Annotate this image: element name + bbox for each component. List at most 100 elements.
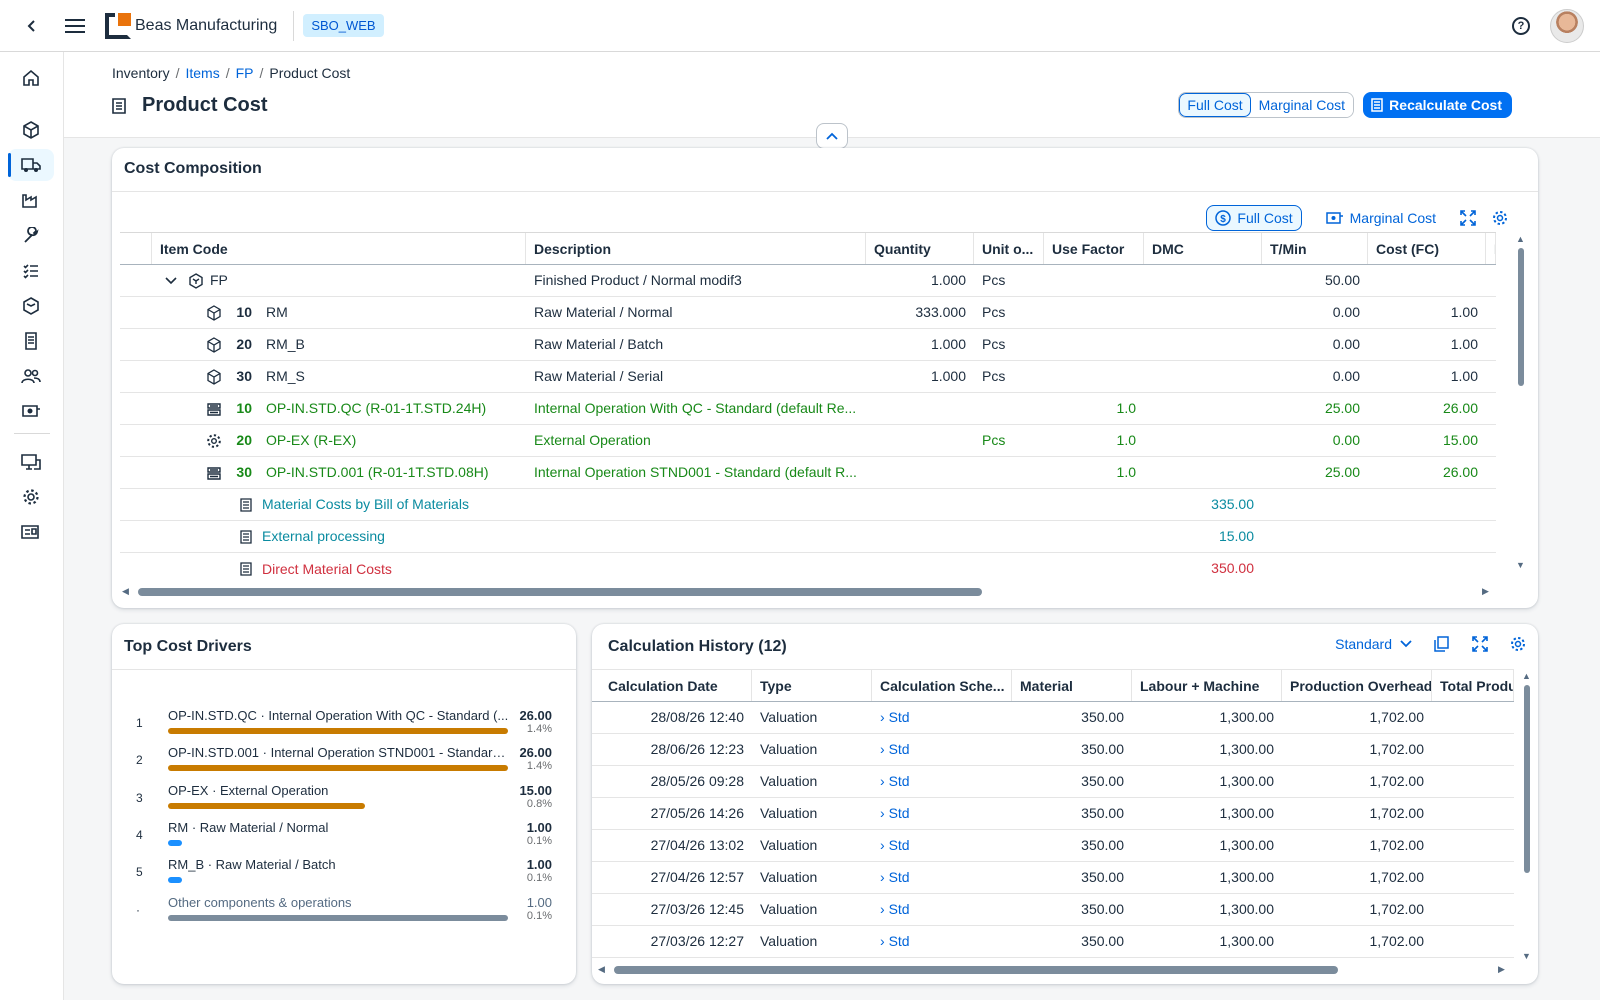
nav-factory-icon[interactable] xyxy=(8,184,54,216)
scroll-right-arrow[interactable]: ▶ xyxy=(1498,964,1505,975)
avatar[interactable] xyxy=(1550,9,1584,43)
column-header[interactable]: DMC xyxy=(1144,233,1262,264)
column-header[interactable]: LI xyxy=(1486,233,1496,264)
history-row[interactable]: 28/05/26 09:28 Valuation › Std 350.00 1,300.… xyxy=(592,766,1514,798)
history-row[interactable]: 27/04/26 12:57 Valuation › Std 350.00 1,300.… xyxy=(592,862,1514,894)
nav-money-icon[interactable] xyxy=(8,395,54,427)
column-header[interactable]: Material xyxy=(1012,670,1132,701)
nav-wrench-icon[interactable] xyxy=(8,220,54,252)
back-icon[interactable] xyxy=(0,0,64,52)
compare-icon[interactable] xyxy=(1434,636,1450,652)
horizontal-scrollbar[interactable]: ◀ ▶ xyxy=(598,964,1508,974)
settings-icon[interactable] xyxy=(1492,210,1508,226)
summary-row[interactable]: Direct Material Costs 350.00 xyxy=(120,553,1496,585)
nav-gear-icon[interactable] xyxy=(8,481,54,513)
table-row[interactable]: 20 OP-EX (R-EX) External Operation Pcs 1… xyxy=(120,425,1496,457)
summary-row[interactable]: External processing 15.00 xyxy=(120,521,1496,553)
history-row[interactable]: 27/03/26 12:27 Valuation › Std 350.00 1,300.… xyxy=(592,926,1514,958)
app-name[interactable]: Beas Manufacturing xyxy=(135,17,277,35)
collapse-header-button[interactable] xyxy=(816,123,848,149)
system-badge[interactable]: SBO_WEB xyxy=(303,14,384,37)
full-cost-segment[interactable]: Full Cost xyxy=(1179,93,1251,117)
menu-icon[interactable] xyxy=(64,15,86,37)
nav-group-icon[interactable] xyxy=(8,360,54,392)
production-overhead: 1,702.00 xyxy=(1369,837,1425,853)
column-header[interactable]: Quantity xyxy=(866,233,974,264)
column-header[interactable]: T/Min xyxy=(1262,233,1368,264)
nav-box-icon[interactable] xyxy=(8,290,54,322)
calculation-scheme-link[interactable]: › Std xyxy=(872,926,1012,957)
history-row[interactable]: 28/06/26 12:23 Valuation › Std 350.00 1,300.… xyxy=(592,734,1514,766)
column-header[interactable]: Unit o... xyxy=(974,233,1044,264)
table-row[interactable]: 20 RM_B Raw Material / Batch 1.000 Pcs 0… xyxy=(120,329,1496,361)
fullscreen-icon[interactable] xyxy=(1460,210,1476,226)
nav-document-icon[interactable] xyxy=(8,325,54,357)
history-row[interactable]: 27/03/26 12:45 Valuation › Std 350.00 1,300.… xyxy=(592,894,1514,926)
calculation-scheme-link[interactable]: › Std xyxy=(872,766,1012,797)
nav-checklist-icon[interactable] xyxy=(8,255,54,287)
nav-home-icon[interactable] xyxy=(8,62,54,94)
variant-select[interactable]: Standard xyxy=(1335,636,1412,652)
calculation-scheme-link[interactable]: › Std xyxy=(872,830,1012,861)
scrollbar-thumb[interactable] xyxy=(138,588,982,596)
column-header[interactable]: Use Factor xyxy=(1044,233,1144,264)
table-row[interactable]: 30 OP-IN.STD.001 (R-01-1T.STD.08H) Inter… xyxy=(120,457,1496,489)
column-header[interactable]: Total Product xyxy=(1432,670,1514,701)
nav-cubes-icon[interactable] xyxy=(8,114,54,146)
help-icon[interactable]: ? xyxy=(1512,17,1530,35)
full-cost-toggle[interactable]: $ Full Cost xyxy=(1206,205,1302,231)
calculation-scheme-link[interactable]: › Std xyxy=(872,894,1012,925)
chevron-down-icon[interactable] xyxy=(164,274,178,288)
column-header[interactable]: Calculation Date xyxy=(592,670,752,701)
calculation-scheme-link[interactable]: › Std xyxy=(872,734,1012,765)
table-row[interactable]: 10 RM Raw Material / Normal 333.000 Pcs … xyxy=(120,297,1496,329)
settings-icon[interactable] xyxy=(1510,636,1526,652)
nav-id-card-icon[interactable] xyxy=(8,516,54,548)
column-header[interactable]: Production Overhead xyxy=(1282,670,1432,701)
calculation-scheme-link[interactable]: › Std xyxy=(872,862,1012,893)
chevron-up-icon xyxy=(826,132,838,140)
vertical-scrollbar[interactable]: ▲ ▼ xyxy=(1516,234,1526,574)
table-row[interactable]: FP Finished Product / Normal modif3 1.00… xyxy=(120,265,1496,297)
summary-row[interactable]: Material Costs by Bill of Materials 335.… xyxy=(120,489,1496,521)
horizontal-scrollbar[interactable]: ◀ ▶ xyxy=(122,586,1492,596)
history-row[interactable]: 27/05/26 14:26 Valuation › Std 350.00 1,300.… xyxy=(592,798,1514,830)
scroll-down-arrow[interactable]: ▼ xyxy=(1522,951,1531,961)
cost-driver-item[interactable]: 5 RM_B · Raw Material / Batch 1.00 0.1% xyxy=(136,857,552,891)
scroll-up-arrow[interactable]: ▲ xyxy=(1516,234,1525,244)
column-header[interactable]: Cost (FC) xyxy=(1368,233,1486,264)
column-header[interactable]: Calculation Sche... xyxy=(872,670,1012,701)
vertical-scrollbar[interactable]: ▲ ▼ xyxy=(1522,671,1532,967)
history-row[interactable]: 28/08/26 12:40 Valuation › Std 350.00 1,300.… xyxy=(592,702,1514,734)
table-row[interactable]: 30 RM_S Raw Material / Serial 1.000 Pcs … xyxy=(120,361,1496,393)
nav-monitor-icon[interactable] xyxy=(8,446,54,478)
cost-driver-item[interactable]: · Other components & operations 1.00 0.1% xyxy=(136,895,552,929)
calculation-scheme-link[interactable]: › Std xyxy=(872,702,1012,733)
scroll-left-arrow[interactable]: ◀ xyxy=(122,586,129,597)
column-header[interactable]: Item Code xyxy=(152,233,526,264)
scroll-down-arrow[interactable]: ▼ xyxy=(1516,560,1525,570)
fullscreen-icon[interactable] xyxy=(1472,636,1488,652)
recalculate-cost-button[interactable]: Recalculate Cost xyxy=(1363,92,1512,118)
calculation-scheme-link[interactable]: › Std xyxy=(872,798,1012,829)
scroll-up-arrow[interactable]: ▲ xyxy=(1522,671,1531,681)
scroll-left-arrow[interactable]: ◀ xyxy=(598,964,605,975)
scrollbar-thumb[interactable] xyxy=(1518,248,1524,386)
breadcrumb-fp[interactable]: FP xyxy=(236,65,254,81)
cost-driver-item[interactable]: 2 OP-IN.STD.001 · Internal Operation STND… xyxy=(136,745,552,779)
cost-driver-item[interactable]: 1 OP-IN.STD.QC · Internal Operation With … xyxy=(136,708,552,742)
nav-truck-icon[interactable] xyxy=(8,149,54,181)
scroll-right-arrow[interactable]: ▶ xyxy=(1482,586,1489,597)
history-row[interactable]: 27/04/26 13:02 Valuation › Std 350.00 1,300.… xyxy=(592,830,1514,862)
column-header[interactable]: Description xyxy=(526,233,866,264)
column-header[interactable]: Labour + Machine xyxy=(1132,670,1282,701)
cost-driver-item[interactable]: 4 RM · Raw Material / Normal 1.00 0.1% xyxy=(136,820,552,854)
column-header[interactable]: Type xyxy=(752,670,872,701)
table-row[interactable]: 10 OP-IN.STD.QC (R-01-1T.STD.24H) Intern… xyxy=(120,393,1496,425)
marginal-cost-segment[interactable]: Marginal Cost xyxy=(1250,93,1353,117)
cost-driver-item[interactable]: 3 OP-EX · External Operation 15.00 0.8% xyxy=(136,783,552,817)
scrollbar-thumb[interactable] xyxy=(614,966,1338,974)
breadcrumb-items[interactable]: Items xyxy=(185,65,219,81)
marginal-cost-toggle[interactable]: Marginal Cost xyxy=(1318,205,1444,231)
scrollbar-thumb[interactable] xyxy=(1524,685,1530,873)
